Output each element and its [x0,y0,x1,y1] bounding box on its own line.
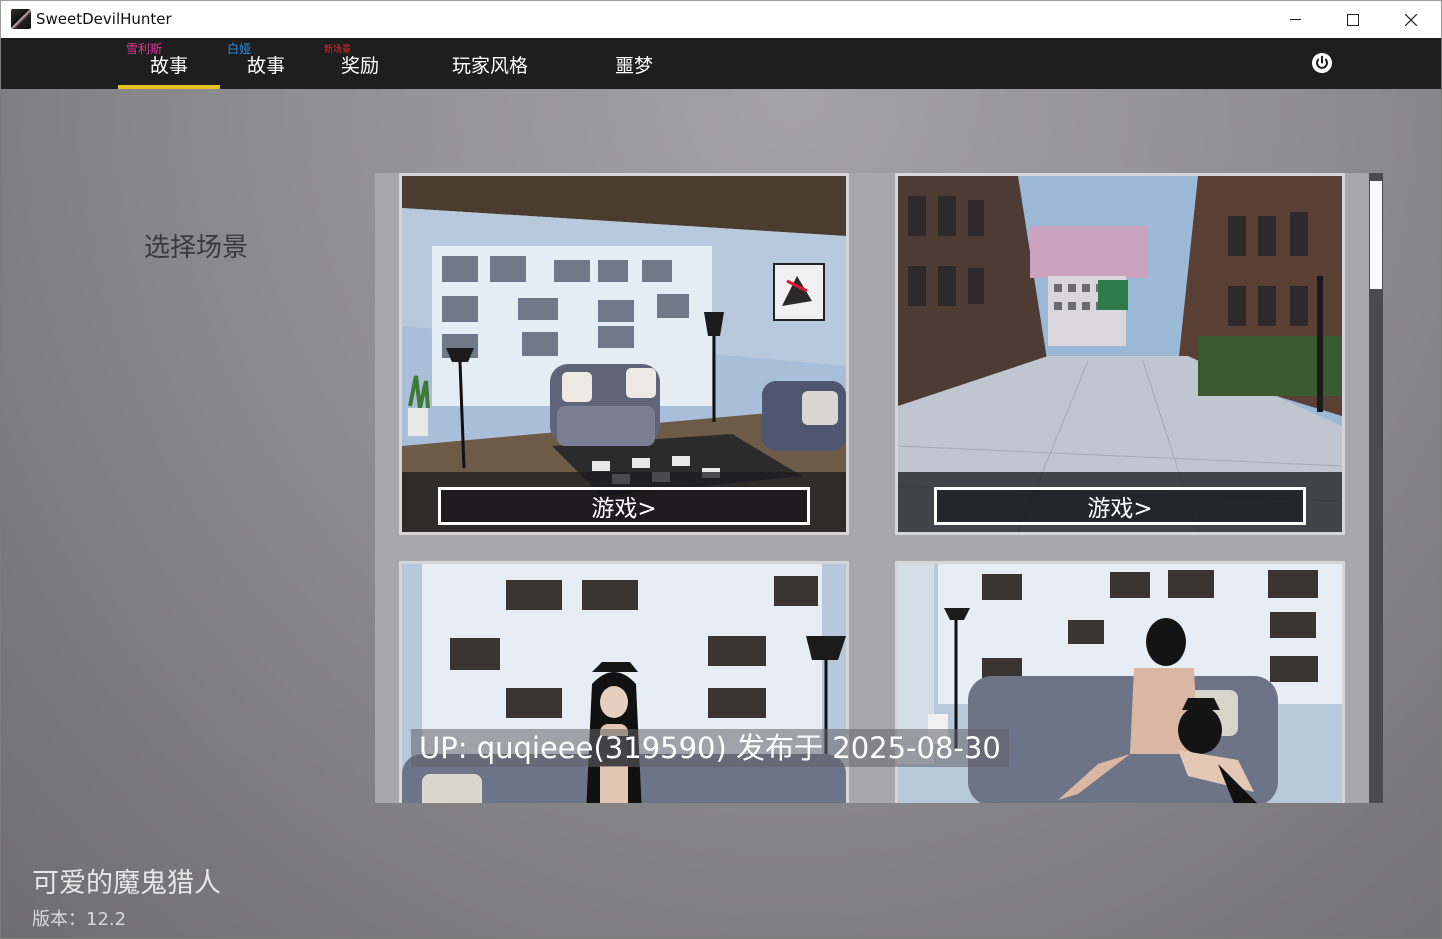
tab-story-baiya[interactable]: 白娅 故事 [220,38,310,89]
sofa-characters-scene [898,564,1342,803]
play-strip: 游戏> [898,472,1342,532]
scene-card[interactable]: 游戏> [399,173,849,535]
close-icon [1405,13,1417,26]
tab-label: 噩梦 [615,55,654,77]
upload-watermark: UP: quqieee(319590) 发布于 2025-08-30 [411,729,1009,767]
living-room-scene: 游戏> [402,176,846,532]
tab-rewards[interactable]: 新场景 奖励 [310,38,410,89]
tab-label: 玩家风格 [452,55,529,77]
play-strip: 游戏> [402,472,846,532]
top-nav: 雪利斯 故事 白娅 故事 新场景 奖励 玩家风格 噩梦 [1,38,1441,89]
scene-thumbnail [898,564,1342,803]
window-title: SweetDevilHunter [36,10,172,28]
maximize-button[interactable] [1324,1,1382,38]
scene-thumbnail [402,564,846,803]
app-icon [11,9,31,29]
tab-label: 故事 [247,55,286,77]
play-button[interactable]: 游戏> [438,487,810,525]
game-title: 可爱的魔鬼猎人 [32,868,221,899]
tab-nightmare[interactable]: 噩梦 [591,38,681,89]
section-title: 选择场景 [144,233,249,263]
close-button[interactable] [1382,1,1440,38]
bookshelf-character-scene [402,564,846,803]
city-street-scene: 游戏> [898,176,1342,532]
scene-list[interactable]: 游戏> 游戏> [375,173,1383,803]
main-area: 选择场景 游戏> 游戏> UP: quqieee(319590) 发布于 202… [1,89,1441,938]
tab-player-style[interactable]: 玩家风格 [431,38,551,89]
scrollbar-thumb[interactable] [1370,181,1382,289]
minimize-button[interactable] [1266,1,1324,38]
tab-label: 故事 [150,55,189,77]
tab-story-shirley[interactable]: 雪利斯 故事 [118,38,220,89]
version-label: 版本：12.2 [32,909,127,930]
tab-label: 奖励 [341,55,380,77]
scene-card[interactable]: 游戏> [895,173,1345,535]
play-button[interactable]: 游戏> [934,487,1306,525]
power-icon[interactable] [1311,52,1333,74]
window-titlebar: SweetDevilHunter [0,0,1442,38]
scrollbar[interactable] [1369,173,1383,803]
